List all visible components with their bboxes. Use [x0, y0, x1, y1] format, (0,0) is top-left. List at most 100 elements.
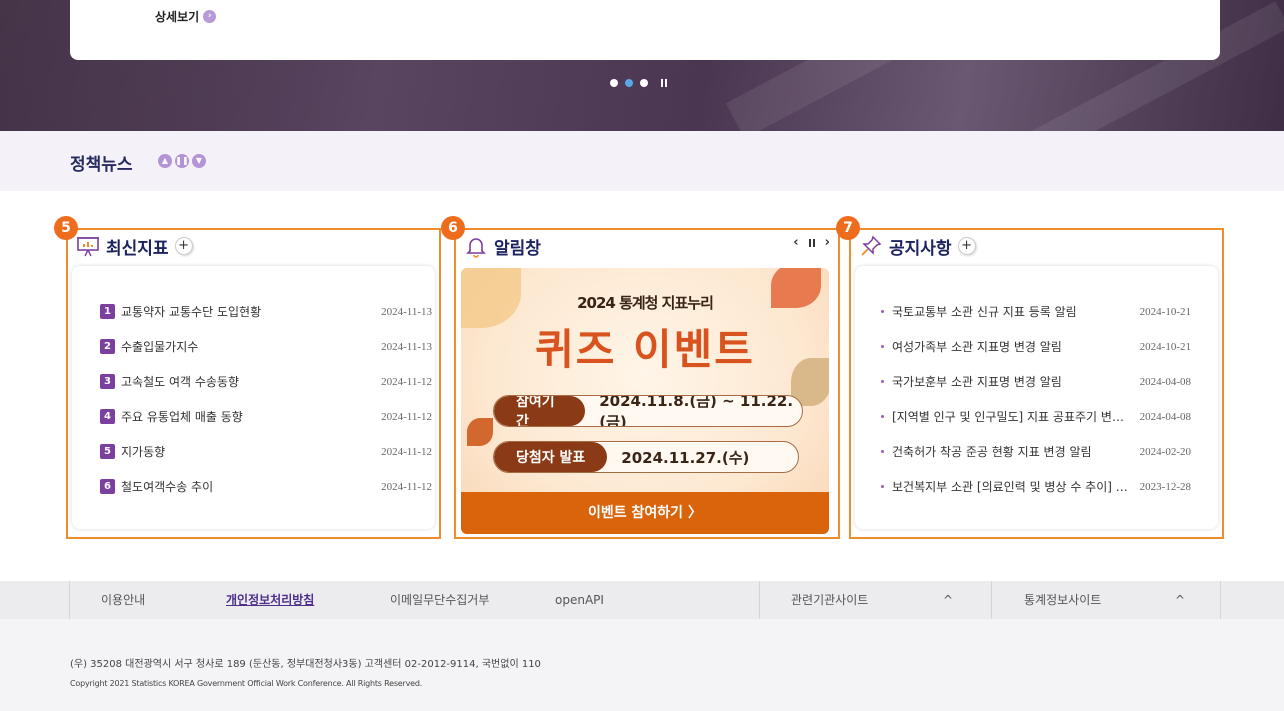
latest-indicators-panel: 최신지표 + 1 교통약자 교통수단 도입현황 2024-11-13 2 수출입…: [66, 228, 441, 539]
item-number: 2: [100, 339, 115, 354]
quiz-event-banner[interactable]: 2024 통계청 지표누리 퀴즈 이벤트 참여기간 2024.11.8.(금) …: [461, 268, 829, 534]
pause-icon[interactable]: [808, 238, 815, 247]
chevron-down-icon[interactable]: ▼: [192, 154, 206, 168]
chevron-up-icon[interactable]: ^: [1175, 581, 1185, 619]
list-item[interactable]: 4 주요 유통업체 매출 동향 2024-11-12: [100, 399, 432, 434]
section-badge: 5: [54, 216, 78, 240]
footer-nav: 이용안내 개인정보처리방침 이메일무단수집거부 openAPI 관련기관사이트 …: [0, 581, 1284, 619]
chevron-up-icon[interactable]: ▲: [158, 154, 172, 168]
policy-news-title: 정책뉴스: [70, 155, 133, 175]
item-title: [지역별 인구 및 인구밀도] 지표 공표주기 변경 알림: [892, 410, 1140, 424]
section-badge: 7: [836, 216, 860, 240]
panel-header: 알림창: [464, 234, 541, 259]
footer-link-openapi[interactable]: openAPI: [555, 581, 604, 619]
latest-indicators-title: 최신지표: [106, 238, 169, 259]
period-pill: 참여기간 2024.11.8.(금) ~ 11.22.(금): [493, 395, 803, 427]
item-title: 건축허가 착공 준공 현황 지표 변경 알림: [892, 445, 1092, 459]
list-item[interactable]: 1 교통약자 교통수단 도입현황 2024-11-13: [100, 294, 432, 329]
alert-title: 알림창: [494, 238, 541, 259]
list-item[interactable]: 국가보훈부 소관 지표명 변경 알림 2024-04-08: [881, 364, 1191, 399]
item-date: 2024-11-12: [381, 445, 432, 458]
bullet: [881, 415, 884, 418]
banner-headline: 퀴즈 이벤트: [535, 325, 755, 374]
item-title: 교통약자 교통수단 도입현황: [121, 305, 262, 319]
item-date: 2024-04-08: [1139, 410, 1191, 423]
winner-pill: 당첨자 발표 2024.11.27.(수): [493, 441, 799, 473]
winner-label: 당첨자 발표: [494, 442, 608, 472]
more-link[interactable]: 상세보기 ›: [155, 8, 217, 25]
item-title: 고속철도 여객 수송동향: [121, 375, 240, 389]
list-item[interactable]: 5 지가동향 2024-11-12: [100, 434, 432, 469]
more-label: 상세보기: [155, 10, 200, 24]
panel-header: 최신지표 +: [76, 234, 193, 259]
join-event-button[interactable]: 이벤트 참여하기 〉: [461, 492, 829, 534]
bullet: [881, 345, 884, 348]
bell-icon: [466, 238, 486, 258]
chevron-left-icon[interactable]: ‹: [793, 235, 798, 250]
policy-news-controls: ▲ ❚❚ ▼: [158, 154, 206, 168]
section-badge: 6: [441, 216, 465, 240]
bullet: [881, 485, 884, 488]
period-value: 2024.11.8.(금) ~ 11.22.(금): [599, 395, 794, 427]
item-date: 2024-11-13: [381, 305, 432, 318]
footer-link-email-refusal[interactable]: 이메일무단수집거부: [390, 581, 489, 619]
alert-panel: 알림창 ‹ › 2024 통계청 지표누리 퀴즈 이벤트 참여기간 2024.1…: [454, 228, 840, 539]
list-item[interactable]: 여성가족부 소관 지표명 변경 알림 2024-10-21: [881, 329, 1191, 364]
divider: [1220, 581, 1221, 619]
list-item[interactable]: 보건복지부 소관 [의료인력 및 병상 수 추이] 지표 변경 알림 2023-…: [881, 469, 1191, 504]
carousel-dot[interactable]: [640, 79, 648, 87]
footer-address: (우) 35208 대전광역시 서구 청사로 189 (둔산동, 정부대전청사3…: [70, 659, 541, 670]
carousel-indicators: [610, 79, 667, 87]
carousel-dot[interactable]: [610, 79, 618, 87]
more-indicators-button[interactable]: +: [174, 237, 193, 255]
maple-leaf-decoration: [467, 418, 493, 446]
item-date: 2024-11-12: [381, 480, 432, 493]
list-item[interactable]: [지역별 인구 및 인구밀도] 지표 공표주기 변경 알림 2024-04-08: [881, 399, 1191, 434]
stats-sites-select[interactable]: 통계정보사이트: [1024, 581, 1101, 619]
alert-controls: ‹ ›: [793, 235, 830, 250]
item-date: 2024-10-21: [1139, 340, 1191, 353]
item-title: 국토교통부 소관 신규 지표 등록 알림: [892, 305, 1077, 319]
item-title: 주요 유통업체 매출 동향: [121, 410, 243, 424]
item-title: 보건복지부 소관 [의료인력 및 병상 수 추이] 지표 변경 알림: [892, 480, 1140, 494]
item-title: 여성가족부 소관 지표명 변경 알림: [892, 340, 1062, 354]
list-item[interactable]: 6 철도여객수송 추이 2024-11-12: [100, 469, 432, 504]
related-sites-select[interactable]: 관련기관사이트: [791, 581, 868, 619]
list-item[interactable]: 2 수출입물가지수 2024-11-13: [100, 329, 432, 364]
footer-link-guide[interactable]: 이용안내: [101, 581, 145, 619]
chevron-up-icon[interactable]: ^: [943, 581, 953, 619]
notices-panel: 공지사항 + 국토교통부 소관 신규 지표 등록 알림 2024-10-21 여…: [849, 228, 1224, 539]
divider: [759, 581, 760, 619]
item-number: 6: [100, 479, 115, 494]
more-notices-button[interactable]: +: [957, 237, 976, 255]
item-title: 철도여객수송 추이: [121, 480, 214, 494]
bullet: [881, 450, 884, 453]
bullet: [881, 380, 884, 383]
indicator-list: 1 교통약자 교통수단 도입현황 2024-11-13 2 수출입물가지수 20…: [100, 294, 432, 504]
item-date: 2024-10-21: [1139, 305, 1191, 318]
item-date: 2024-02-20: [1139, 445, 1191, 458]
chevron-right-icon: ›: [203, 10, 217, 23]
item-date: 2023-12-28: [1139, 480, 1191, 493]
divider: [69, 581, 70, 619]
pause-icon[interactable]: [661, 79, 667, 87]
carousel-dot-active[interactable]: [625, 79, 633, 87]
item-number: 3: [100, 374, 115, 389]
pause-icon[interactable]: ❚❚: [175, 154, 189, 168]
footer-link-privacy[interactable]: 개인정보처리방침: [226, 581, 314, 619]
hero-banner: 상세보기 ›: [0, 0, 1284, 131]
period-label: 참여기간: [494, 396, 586, 426]
item-date: 2024-11-12: [381, 375, 432, 388]
item-number: 4: [100, 409, 115, 424]
divider: [991, 581, 992, 619]
item-date: 2024-11-12: [381, 410, 432, 423]
list-item[interactable]: 국토교통부 소관 신규 지표 등록 알림 2024-10-21: [881, 294, 1191, 329]
item-number: 1: [100, 304, 115, 319]
item-date: 2024-04-08: [1139, 375, 1191, 388]
list-item[interactable]: 3 고속철도 여객 수송동향 2024-11-12: [100, 364, 432, 399]
list-item[interactable]: 건축허가 착공 준공 현황 지표 변경 알림 2024-02-20: [881, 434, 1191, 469]
panel-header: 공지사항 +: [859, 234, 976, 259]
pin-icon: [861, 235, 882, 256]
item-number: 5: [100, 444, 115, 459]
chevron-right-icon[interactable]: ›: [825, 235, 830, 250]
